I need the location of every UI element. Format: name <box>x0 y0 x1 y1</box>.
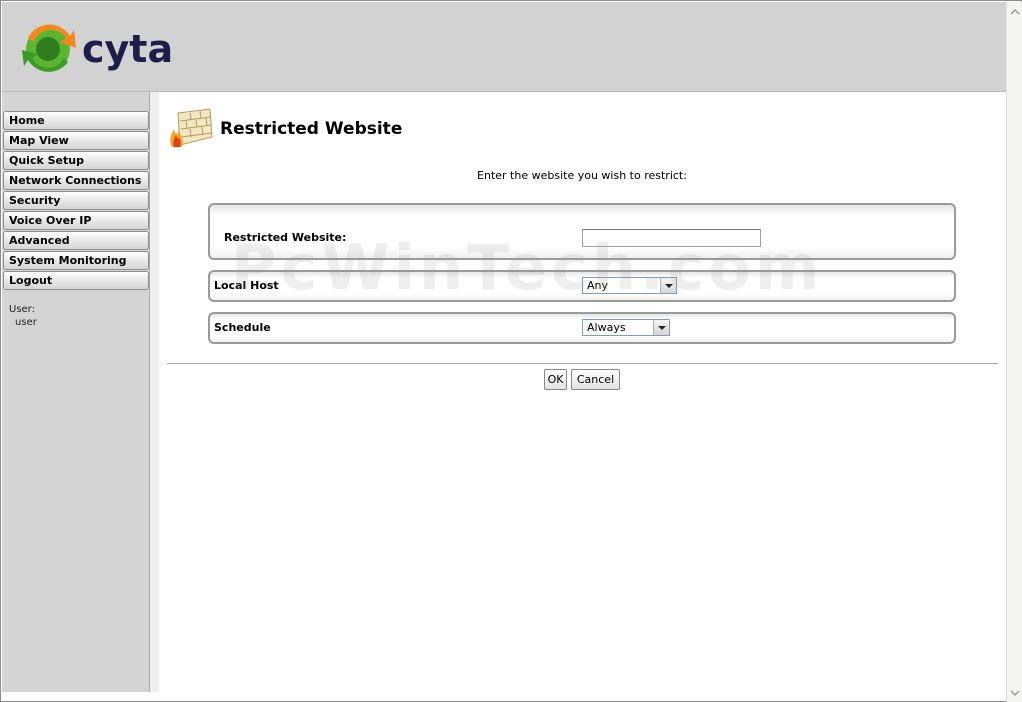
nav-item-home[interactable]: Home <box>3 111 149 130</box>
user-label: User: <box>9 304 35 315</box>
chevron-down-icon <box>660 278 676 293</box>
header: cyta <box>2 2 1006 92</box>
sidebar-edge <box>150 92 159 692</box>
firewall-icon <box>166 107 216 151</box>
nav-item-map-view[interactable]: Map View <box>3 131 149 150</box>
user-name: user <box>15 317 37 328</box>
scroll-down-icon[interactable] <box>1010 688 1020 698</box>
ok-button[interactable]: OK <box>544 369 567 390</box>
scroll-up-icon[interactable] <box>1010 7 1020 17</box>
nav-item-advanced[interactable]: Advanced <box>3 231 149 250</box>
instruction-text: Enter the website you wish to restrict: <box>477 169 687 182</box>
local-host-label: Local Host <box>214 279 279 292</box>
vertical-scrollbar[interactable] <box>1006 2 1022 702</box>
browser-frame: cyta Home Map View Quick Setup Network C… <box>0 0 1022 702</box>
nav-item-quick-setup[interactable]: Quick Setup <box>3 151 149 170</box>
restricted-website-label: Restricted Website: <box>224 231 347 244</box>
chevron-down-icon <box>653 320 669 335</box>
nav-item-security[interactable]: Security <box>3 191 149 210</box>
divider <box>167 363 998 364</box>
schedule-select[interactable]: Always <box>582 319 670 336</box>
page-title: Restricted Website <box>220 119 403 139</box>
restricted-website-input[interactable] <box>582 229 761 247</box>
cancel-button[interactable]: Cancel <box>571 369 620 390</box>
schedule-label: Schedule <box>214 321 271 334</box>
local-host-select[interactable]: Any <box>582 277 677 294</box>
nav-item-network-connections[interactable]: Network Connections <box>3 171 149 190</box>
cyta-logo[interactable]: cyta <box>18 18 188 80</box>
nav-item-logout[interactable]: Logout <box>3 271 149 290</box>
brand-name: cyta <box>82 27 173 71</box>
nav-item-voice-over-ip[interactable]: Voice Over IP <box>3 211 149 230</box>
schedule-selected-value: Always <box>587 321 626 334</box>
main-content <box>159 92 1006 692</box>
local-host-selected-value: Any <box>587 279 609 292</box>
nav-item-system-monitoring[interactable]: System Monitoring <box>3 251 149 270</box>
